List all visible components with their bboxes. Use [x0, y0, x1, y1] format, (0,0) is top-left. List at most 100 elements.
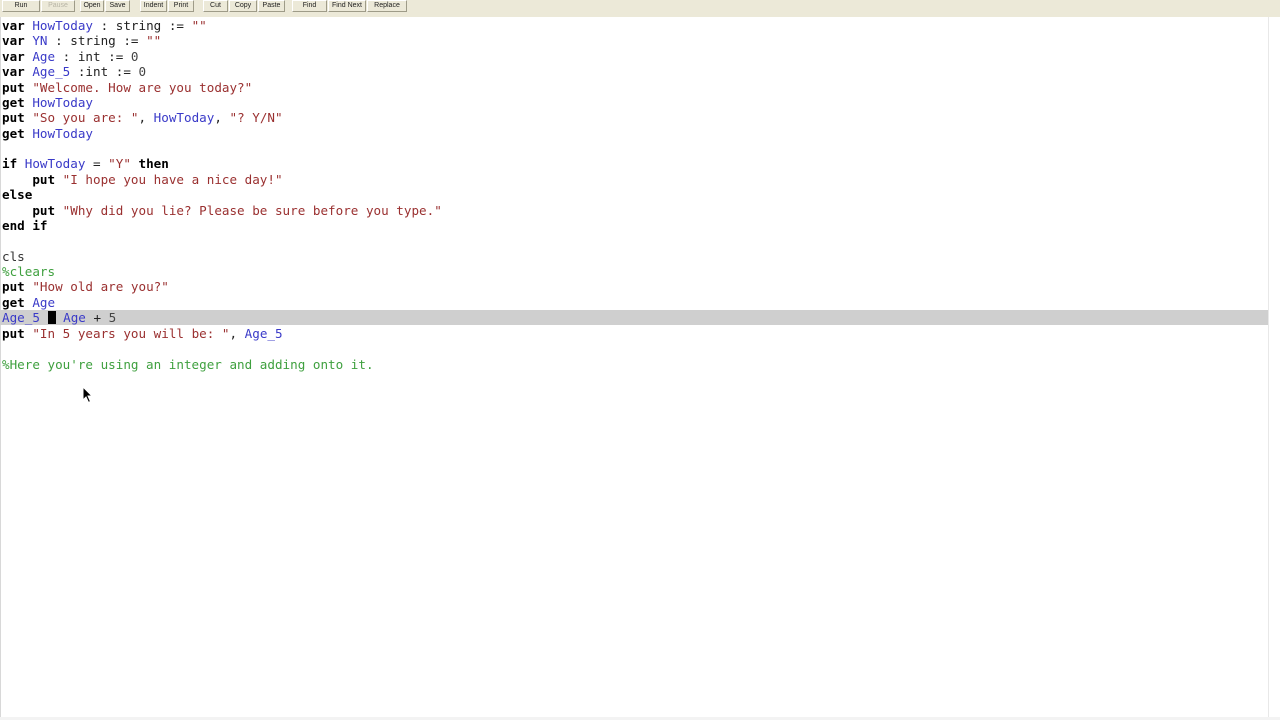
separator: , — [229, 326, 245, 341]
save-button[interactable]: Save — [105, 0, 130, 12]
string-literal: "In 5 years you will be: " — [32, 326, 230, 341]
code-line: get Age — [2, 295, 55, 310]
code-line: put "Why did you lie? Please be sure bef… — [2, 203, 442, 218]
code-line: var YN : string := "" — [2, 33, 161, 48]
separator: , — [214, 110, 230, 125]
mouse-pointer-icon — [82, 386, 94, 404]
string-literal: "" — [191, 18, 207, 33]
code-editor[interactable]: var HowToday : string := "" var YN : str… — [0, 17, 1280, 720]
code-line: var Age : int := 0 — [2, 49, 139, 64]
identifier: HowToday — [32, 126, 94, 141]
keyword: get — [2, 126, 33, 141]
identifier: HowToday — [153, 110, 215, 125]
identifier: HowToday — [32, 18, 94, 33]
number-literal: 0 — [130, 49, 139, 64]
keyword: var — [2, 49, 33, 64]
statement: cls — [2, 249, 25, 264]
comment: %clears — [2, 264, 56, 279]
identifier: Age_5 — [32, 64, 71, 79]
code-line: %Here you're using an integer and adding… — [2, 357, 374, 372]
separator: , — [138, 110, 154, 125]
operator: + — [85, 310, 109, 325]
run-group: Run Pause — [2, 0, 76, 13]
number-literal: 0 — [138, 64, 147, 79]
find-next-button[interactable]: Find Next — [328, 0, 366, 12]
toolbar: Run Pause Open Save Indent Print Cut Cop… — [0, 0, 1280, 18]
code-line: get HowToday — [2, 95, 93, 110]
identifier: Age_5 — [244, 326, 283, 341]
identifier: HowToday — [24, 156, 86, 171]
code-line: var Age_5 :int := 0 — [2, 64, 146, 79]
code-line: if HowToday = "Y" then — [2, 156, 169, 171]
identifier: Age — [32, 295, 56, 310]
keyword: get — [2, 95, 33, 110]
replace-button[interactable]: Replace — [367, 0, 407, 12]
operator: = — [85, 156, 109, 171]
string-literal: "Y" — [108, 156, 131, 171]
keyword: var — [2, 33, 33, 48]
keyword: var — [2, 64, 33, 79]
keyword: end if — [2, 218, 48, 233]
keyword: put — [2, 80, 33, 95]
open-button[interactable]: Open — [80, 0, 104, 12]
string-literal: "? Y/N" — [229, 110, 283, 125]
code-line: cls — [2, 249, 25, 264]
keyword: else — [2, 187, 33, 202]
identifier: Age — [63, 310, 86, 325]
keyword: put — [2, 326, 33, 341]
string-literal: "I hope you have a nice day!" — [62, 172, 283, 187]
indent-button[interactable]: Indent — [140, 0, 167, 12]
text-caret — [47, 311, 56, 324]
find-button[interactable]: Find — [292, 0, 327, 12]
string-literal: "Why did you lie? Please be sure before … — [62, 203, 442, 218]
identifier: Age — [32, 49, 56, 64]
identifier: HowToday — [32, 95, 94, 110]
copy-button[interactable]: Copy — [229, 0, 257, 12]
keyword: put — [2, 110, 33, 125]
cut-button[interactable]: Cut — [203, 0, 228, 12]
code-line: var HowToday : string := "" — [2, 18, 207, 33]
paste-button[interactable]: Paste — [258, 0, 285, 12]
current-line-highlight — [0, 310, 1268, 325]
comment: %Here you're using an integer and adding… — [2, 357, 374, 372]
type-declaration: : int := — [55, 49, 131, 64]
keyword: put — [2, 279, 33, 294]
code-line: %clears — [2, 264, 55, 279]
code-line: put "I hope you have a nice day!" — [2, 172, 283, 187]
identifier: YN — [32, 33, 48, 48]
type-declaration: : string := — [93, 18, 192, 33]
keyword: put — [2, 172, 63, 187]
vertical-scrollbar[interactable] — [1268, 17, 1280, 720]
code-line: put "In 5 years you will be: ", Age_5 — [2, 326, 283, 341]
code-line: put "How old are you?" — [2, 279, 169, 294]
print-button[interactable]: Print — [168, 0, 194, 12]
run-button[interactable]: Run — [2, 0, 40, 12]
code-line: put "Welcome. How are you today?" — [2, 80, 252, 95]
number-literal: 5 — [108, 310, 117, 325]
edit-group: Indent Print — [140, 0, 195, 13]
string-literal: "How old are you?" — [32, 279, 169, 294]
string-literal: "So you are: " — [32, 110, 139, 125]
file-group: Open Save — [80, 0, 131, 13]
keyword: if — [2, 156, 25, 171]
type-declaration: :int := — [70, 64, 139, 79]
code-line: get HowToday — [2, 126, 93, 141]
identifier: Age_5 — [2, 310, 40, 325]
code-line-current: Age_5 Age + 5 — [2, 310, 116, 325]
keyword: var — [2, 18, 33, 33]
editor-left-edge — [0, 17, 1, 720]
code-line: else — [2, 187, 32, 202]
pause-button[interactable]: Pause — [41, 0, 75, 12]
keyword: get — [2, 295, 33, 310]
code-line: end if — [2, 218, 48, 233]
clipboard-group: Cut Copy Paste — [203, 0, 286, 13]
search-group: Find Find Next Replace — [292, 0, 408, 13]
keyword: then — [130, 156, 169, 171]
string-literal: "" — [146, 33, 162, 48]
keyword: put — [2, 203, 63, 218]
string-literal: "Welcome. How are you today?" — [32, 80, 253, 95]
code-line: put "So you are: ", HowToday, "? Y/N" — [2, 110, 283, 125]
type-declaration: : string := — [47, 33, 147, 48]
